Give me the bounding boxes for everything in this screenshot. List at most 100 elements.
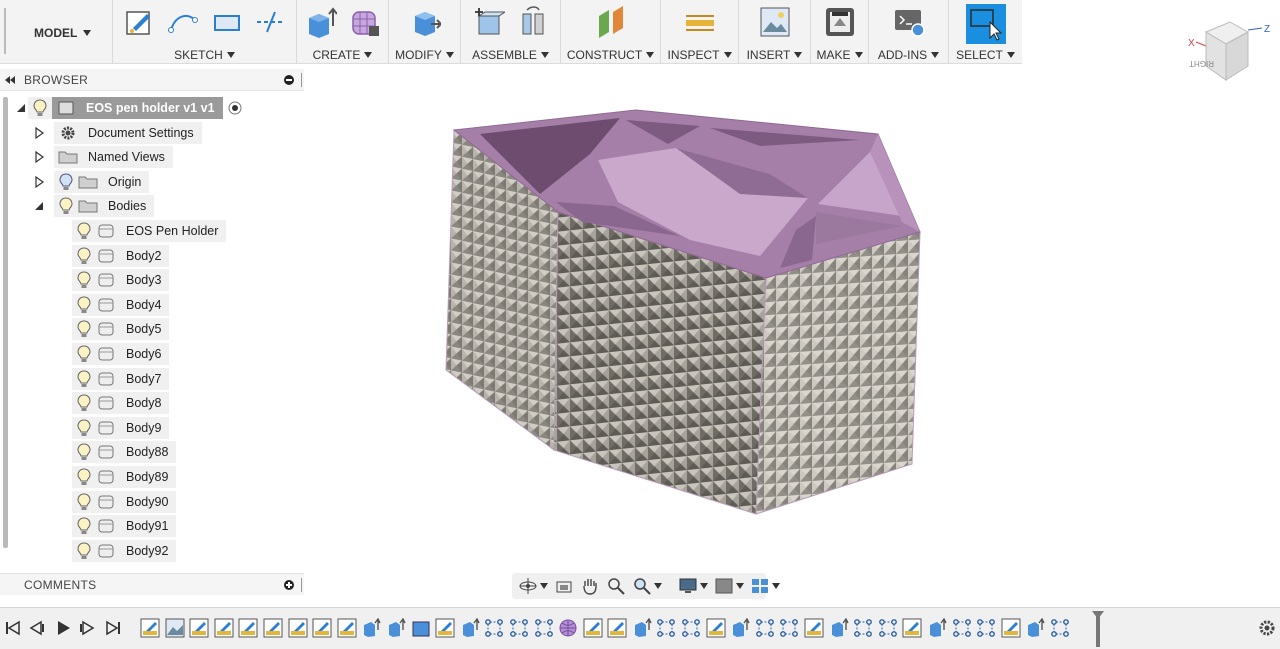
tree-body-item[interactable]: Body89 xyxy=(72,466,177,488)
tree-body-item[interactable]: Body3 xyxy=(72,269,170,292)
lightbulb-icon[interactable] xyxy=(76,271,92,289)
go-to-end-icon[interactable] xyxy=(104,619,122,637)
viewcube-face-label[interactable]: RIGHT xyxy=(1189,59,1214,68)
timeline-feature-sketch-icon[interactable] xyxy=(263,618,283,638)
add-comment-icon[interactable] xyxy=(284,580,294,590)
expand-arrow-icon[interactable] xyxy=(32,150,46,164)
timeline-feature-sketch-icon[interactable] xyxy=(607,618,627,638)
tree-body-item[interactable]: Body91 xyxy=(72,515,177,538)
timeline-feature-sketch-icon[interactable] xyxy=(337,618,357,638)
collapse-panel-icon[interactable] xyxy=(4,74,16,86)
step-back-icon[interactable] xyxy=(28,619,46,637)
select-icon[interactable] xyxy=(965,4,1006,44)
grid-settings-button[interactable] xyxy=(712,576,746,596)
timeline-feature-image-icon[interactable] xyxy=(165,618,185,638)
timeline-feature-pattern-icon[interactable] xyxy=(534,618,554,638)
new-component-icon[interactable] xyxy=(473,6,505,38)
rectangle-icon[interactable] xyxy=(211,6,243,38)
tree-folder-named-views[interactable]: Named Views xyxy=(32,146,173,168)
tree-body-item[interactable]: Body7 xyxy=(72,367,170,390)
timeline-feature-sketch-icon[interactable] xyxy=(435,618,455,638)
zoom-window-button[interactable] xyxy=(630,576,664,596)
play-icon[interactable] xyxy=(54,619,72,637)
timeline-feature-sketch-icon[interactable] xyxy=(804,618,824,638)
zoom-button[interactable] xyxy=(604,576,628,596)
lightbulb-icon[interactable] xyxy=(76,517,92,535)
timeline-feature-sketch-icon[interactable] xyxy=(189,618,209,638)
pan-button[interactable] xyxy=(578,576,602,596)
timeline-feature-extrude-icon[interactable] xyxy=(386,618,406,638)
offset-plane-icon[interactable] xyxy=(595,6,627,38)
lightbulb-icon[interactable] xyxy=(76,247,92,265)
lightbulb-icon[interactable] xyxy=(32,99,48,117)
panel-resize-handle[interactable] xyxy=(301,73,303,87)
tree-folder-document-settings[interactable]: Document Settings xyxy=(32,122,202,144)
inspect-menu[interactable]: INSPECT xyxy=(661,48,738,62)
timeline-feature-pattern-icon[interactable] xyxy=(484,618,504,638)
collapse-arrow-icon[interactable] xyxy=(14,101,28,115)
viewcube[interactable]: X RIGHT Z xyxy=(1186,18,1276,88)
tree-body-item[interactable]: Body4 xyxy=(72,293,170,316)
timeline-feature-extrude-icon[interactable] xyxy=(460,618,480,638)
timeline-feature-sketch-icon[interactable] xyxy=(238,618,258,638)
timeline-feature-extrude-icon[interactable] xyxy=(927,618,947,638)
activate-radio-icon[interactable] xyxy=(227,100,243,116)
modify-menu[interactable]: MODIFY xyxy=(389,48,460,62)
timeline-feature-pattern-icon[interactable] xyxy=(853,618,873,638)
tree-body-item[interactable]: Body8 xyxy=(72,392,170,415)
create-menu[interactable]: CREATE xyxy=(297,48,388,62)
timeline-feature-sketch-icon[interactable] xyxy=(140,618,160,638)
toolbar-grip[interactable] xyxy=(4,8,6,54)
timeline-marker[interactable] xyxy=(1092,611,1104,647)
tree-root[interactable]: EOS pen holder v1 v1 xyxy=(14,97,243,119)
lightbulb-icon[interactable] xyxy=(76,370,92,388)
lightbulb-icon[interactable] xyxy=(76,419,92,437)
timeline-feature-sketch-icon[interactable] xyxy=(312,618,332,638)
extrude-icon[interactable] xyxy=(305,6,337,38)
tree-body-item[interactable]: EOS Pen Holder xyxy=(72,220,227,242)
timeline-feature-sketch-icon[interactable] xyxy=(288,618,308,638)
tree-body-item[interactable]: Body5 xyxy=(72,318,170,341)
timeline-feature-extrude-icon[interactable] xyxy=(730,618,750,638)
timeline-feature-pattern-icon[interactable] xyxy=(1050,618,1070,638)
tree-folder-origin[interactable]: Origin xyxy=(32,171,150,193)
timeline-feature-body-icon[interactable] xyxy=(411,618,431,638)
minimize-panel-icon[interactable] xyxy=(284,75,294,85)
arc-icon[interactable] xyxy=(167,6,199,38)
timeline-feature-extrude-icon[interactable] xyxy=(829,618,849,638)
tree-body-item[interactable]: Body92 xyxy=(72,539,177,562)
3d-print-icon[interactable] xyxy=(824,6,856,38)
lightbulb-icon[interactable] xyxy=(76,542,92,560)
insert-image-icon[interactable] xyxy=(759,6,791,38)
lightbulb-icon[interactable] xyxy=(58,173,74,191)
sketch-menu[interactable]: SKETCH xyxy=(113,48,296,62)
timeline-feature-sketch-icon[interactable] xyxy=(706,618,726,638)
gear-icon[interactable] xyxy=(1258,619,1276,637)
make-menu[interactable]: MAKE xyxy=(811,48,868,62)
lightbulb-icon[interactable] xyxy=(76,345,92,363)
timeline-feature-sketch-icon[interactable] xyxy=(583,618,603,638)
browser-scrollbar[interactable] xyxy=(3,97,8,548)
timeline-feature-pattern-icon[interactable] xyxy=(952,618,972,638)
tree-body-item[interactable]: Body90 xyxy=(72,490,177,513)
viewports-button[interactable] xyxy=(748,576,782,596)
lightbulb-icon[interactable] xyxy=(76,443,92,461)
lightbulb-icon[interactable] xyxy=(76,394,92,412)
timeline-feature-extrude-icon[interactable] xyxy=(1025,618,1046,638)
timeline-feature-sketch-icon[interactable] xyxy=(1001,618,1021,638)
press-pull-icon[interactable] xyxy=(409,6,441,38)
timeline-feature-pattern-icon[interactable] xyxy=(681,618,701,638)
step-forward-icon[interactable] xyxy=(78,619,96,637)
select-menu[interactable]: SELECT xyxy=(949,48,1022,62)
timeline-feature-sketch-icon[interactable] xyxy=(214,618,234,638)
timeline-feature-extrude-icon[interactable] xyxy=(361,618,381,638)
scripts-icon[interactable] xyxy=(893,6,925,38)
pen-holder-model[interactable] xyxy=(440,104,930,524)
lightbulb-icon[interactable] xyxy=(76,296,92,314)
tree-folder-bodies[interactable]: Bodies xyxy=(32,195,155,217)
tree-body-item[interactable]: Body88 xyxy=(72,441,177,464)
lightbulb-icon[interactable] xyxy=(76,320,92,338)
trim-icon[interactable] xyxy=(255,6,287,38)
workspace-switcher[interactable]: MODEL xyxy=(22,22,102,44)
form-icon[interactable] xyxy=(349,6,381,38)
